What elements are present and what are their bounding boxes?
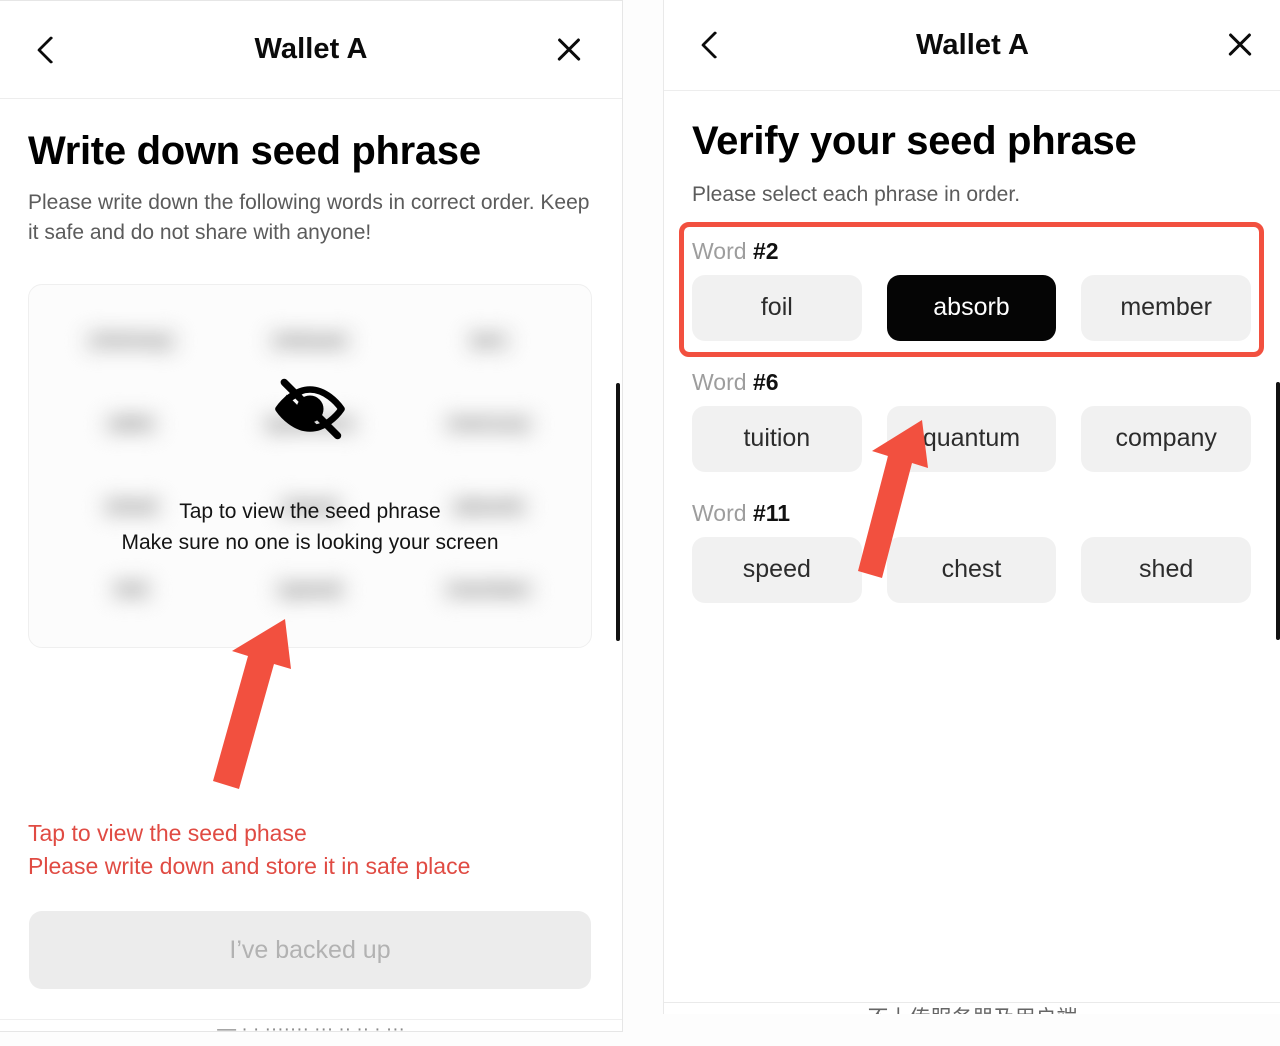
close-button[interactable] xyxy=(546,27,592,73)
page-title: Wallet A xyxy=(254,33,368,65)
close-icon xyxy=(555,36,583,64)
word-index-label: Word #2 xyxy=(692,238,1251,265)
write-down-seed-phrase-panel: Wallet A Write down seed phrase Please w… xyxy=(0,0,623,1032)
left-panel-body: Write down seed phrase Please write down… xyxy=(0,129,622,648)
word-option-foil[interactable]: foil xyxy=(692,274,862,341)
word-group-6: Word #6 tuition quantum company xyxy=(692,369,1251,472)
word-label-number: #2 xyxy=(752,237,779,264)
bottom-cutoff-right: 不上传服务器及用户端 xyxy=(664,1002,1280,1014)
right-panel-body: Verify your seed phrase Please select ea… xyxy=(664,119,1280,603)
seed-card-overlay: Tap to view the seed phrase Make sure no… xyxy=(29,285,591,647)
scrollbar-right-panel[interactable] xyxy=(1276,382,1280,640)
word-index-label: Word #6 xyxy=(692,369,1251,396)
word-option-tuition[interactable]: tuition xyxy=(692,405,862,472)
annotation-left-line-1: Tap to view the seed phase xyxy=(28,820,307,846)
bottom-cutoff-text-right: 不上传服务器及用户端 xyxy=(868,1007,1078,1014)
cutoff-divider-left xyxy=(0,1019,622,1020)
subtitle-verify: Please select each phrase in order. xyxy=(692,183,1021,206)
word-option-absorb[interactable]: absorb xyxy=(886,274,1057,341)
bottom-cutoff-left: — · · ······· ··· ·· ·· · ··· xyxy=(0,1019,622,1032)
word-group-11: Word #11 speed chest shed xyxy=(692,500,1251,603)
subtitle-write-down: Please write down the following words in… xyxy=(28,191,590,244)
scrollbar-left-panel[interactable] xyxy=(616,383,620,641)
word-label-number: #6 xyxy=(752,368,779,395)
ive-backed-up-button[interactable]: I’ve backed up xyxy=(29,911,591,989)
word-group-2: Word #2 foil absorb member xyxy=(679,221,1264,357)
word-label-prefix: Word xyxy=(692,368,747,395)
word-verification-list: Word #2 foil absorb member Word #6 tuition qua… xyxy=(679,221,1264,603)
word-option-row: speed chest shed xyxy=(692,536,1251,603)
word-option-quantum[interactable]: quantum xyxy=(886,405,1057,472)
verify-seed-phrase-panel: Wallet A Verify your seed phrase Please … xyxy=(663,0,1280,1014)
word-label-prefix: Word xyxy=(692,237,747,264)
word-label-number: #11 xyxy=(752,499,791,526)
bottom-cutoff-text-left: — · · ······· ··· ·· ·· · ··· xyxy=(217,1019,405,1032)
word-option-member[interactable]: member xyxy=(1081,274,1251,341)
word-option-chest[interactable]: chest xyxy=(886,536,1057,603)
seed-hint-text: Tap to view the seed phrase Make sure no… xyxy=(121,497,498,558)
close-button-right[interactable] xyxy=(1217,22,1263,68)
annotation-left-line-2: Please write down and store it in safe p… xyxy=(28,853,471,880)
close-icon xyxy=(1226,31,1254,59)
heading-verify-seed-phrase: Verify your seed phrase xyxy=(692,119,1137,163)
word-label-prefix: Word xyxy=(692,499,747,526)
page-title-right: Wallet A xyxy=(915,28,1030,61)
word-option-speed[interactable]: speed xyxy=(692,536,862,603)
eye-off-icon xyxy=(275,378,345,440)
left-panel-topbar: Wallet A xyxy=(0,1,622,99)
screenshot-root: Wallet A Write down seed phrase Please w… xyxy=(0,0,1280,1046)
right-panel-topbar: Wallet A xyxy=(664,0,1280,91)
word-option-row: tuition quantum company xyxy=(692,405,1251,472)
seed-hint-line-2: Make sure no one is looking your screen xyxy=(121,530,499,554)
word-option-company[interactable]: company xyxy=(1081,405,1251,472)
word-index-label: Word #11 xyxy=(692,500,1251,527)
word-option-row: foil absorb member xyxy=(692,274,1251,341)
cutoff-divider-right xyxy=(664,1002,1280,1003)
word-option-shed[interactable]: shed xyxy=(1081,536,1251,603)
heading-write-down-seed-phrase: Write down seed phrase xyxy=(28,129,481,173)
seed-hint-line-1: Tap to view the seed phrase xyxy=(179,500,441,524)
masked-seed-phrase-card[interactable]: chimneyreleasetenablequantummercuryshedc… xyxy=(28,283,592,648)
annotation-left: Tap to view the seed phase Please write … xyxy=(28,817,470,884)
